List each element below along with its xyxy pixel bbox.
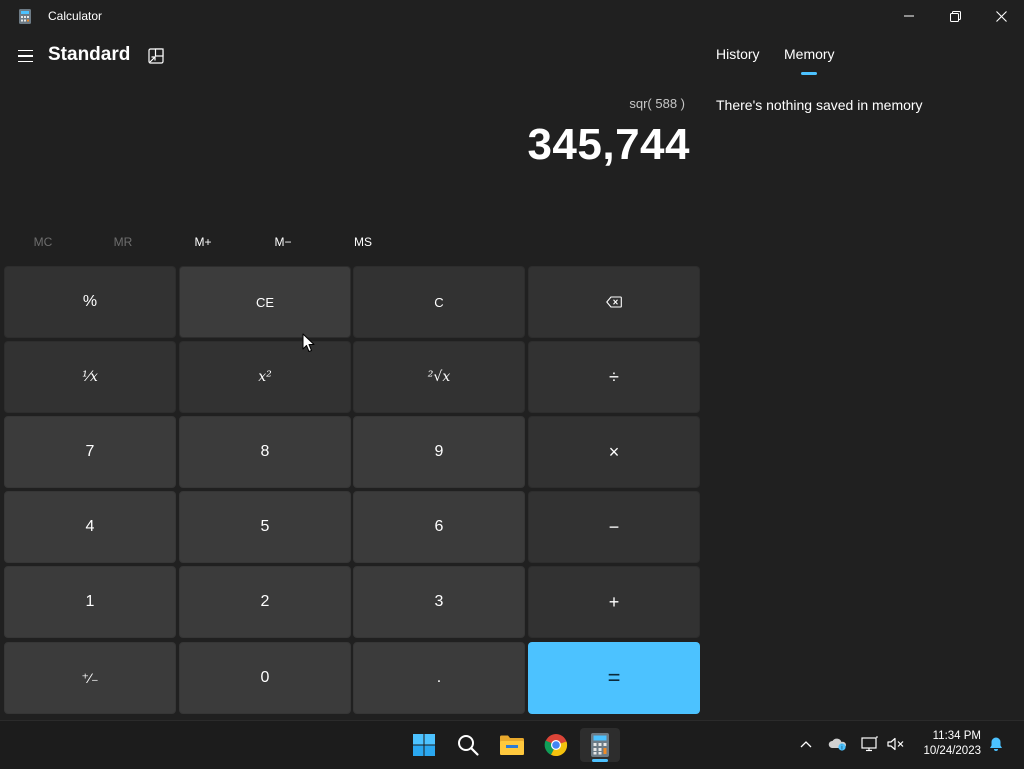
tab-memory[interactable]: Memory (784, 46, 835, 62)
expression-display: sqr( 588 ) (629, 96, 685, 111)
minimize-button[interactable] (886, 0, 932, 32)
memory-add-button[interactable]: M+ (163, 228, 243, 256)
windows-start-icon[interactable] (404, 728, 444, 762)
file-explorer-icon[interactable] (492, 728, 532, 762)
network-icon[interactable] (860, 732, 880, 756)
digit-6-button[interactable]: 6 (353, 491, 525, 563)
digit-9-button[interactable]: 9 (353, 416, 525, 488)
volume-muted-icon[interactable] (886, 732, 906, 756)
clock-date: 10/24/2023 (923, 745, 981, 757)
square-root-button[interactable]: ²√x (353, 341, 525, 413)
restore-icon (949, 10, 961, 22)
square-button[interactable]: x² (179, 341, 351, 413)
close-icon (995, 10, 1007, 22)
tab-history[interactable]: History (716, 46, 760, 62)
backspace-button[interactable] (528, 266, 700, 338)
search-icon[interactable] (448, 728, 488, 762)
hamburger-icon[interactable] (14, 46, 36, 66)
divide-button[interactable]: ÷ (528, 341, 700, 413)
multiply-button[interactable]: × (528, 416, 700, 488)
memory-recall-button[interactable]: MR (83, 228, 163, 256)
clock-time: 11:34 PM (932, 730, 981, 742)
clear-entry-button[interactable]: CE (179, 266, 351, 338)
digit-0-button[interactable]: 0 (179, 642, 351, 714)
negate-button[interactable]: ⁺⁄₋ (4, 642, 176, 714)
minimize-icon (904, 15, 914, 17)
taskbar-clock[interactable]: 11:34 PM 10/24/2023 (923, 729, 981, 759)
notifications-bell-icon[interactable] (986, 732, 1006, 756)
memory-button-row: MC MR M+ M− MS (3, 228, 403, 256)
memory-store-button[interactable]: MS (323, 228, 403, 256)
window-title: Calculator (48, 9, 103, 23)
clear-button[interactable]: C (353, 266, 525, 338)
title-bar: Calculator (0, 0, 1024, 32)
percent-button[interactable]: % (4, 266, 176, 338)
memory-empty-message: There's nothing saved in memory (716, 97, 923, 113)
backspace-icon (606, 296, 622, 308)
show-hidden-icons-chevron[interactable] (796, 732, 816, 756)
result-display: 345,744 (527, 120, 690, 169)
mouse-cursor (302, 333, 316, 354)
maximize-button[interactable] (932, 0, 978, 32)
mode-title: Standard (48, 44, 131, 65)
active-app-indicator (592, 759, 608, 762)
digit-7-button[interactable]: 7 (4, 416, 176, 488)
digit-4-button[interactable]: 4 (4, 491, 176, 563)
onedrive-icon[interactable]: i (828, 732, 848, 756)
memory-subtract-button[interactable]: M− (243, 228, 323, 256)
chrome-icon[interactable] (536, 728, 576, 762)
equals-button[interactable]: = (528, 642, 700, 714)
decimal-button[interactable]: . (353, 642, 525, 714)
digit-3-button[interactable]: 3 (353, 566, 525, 638)
digit-5-button[interactable]: 5 (179, 491, 351, 563)
subtract-button[interactable]: − (528, 491, 700, 563)
digit-2-button[interactable]: 2 (179, 566, 351, 638)
digit-8-button[interactable]: 8 (179, 416, 351, 488)
add-button[interactable]: + (528, 566, 700, 638)
digit-1-button[interactable]: 1 (4, 566, 176, 638)
tab-selected-indicator (801, 72, 817, 75)
close-button[interactable] (978, 0, 1024, 32)
calculator-icon[interactable] (580, 728, 620, 762)
keypad: % CE C ¹⁄x x² ²√x ÷ 7 8 9 × 4 5 6 − 1 2 … (4, 266, 701, 717)
calculator-app-icon (19, 9, 31, 24)
keep-on-top-icon[interactable] (146, 46, 166, 66)
reciprocal-button[interactable]: ¹⁄x (4, 341, 176, 413)
memory-clear-button[interactable]: MC (3, 228, 83, 256)
